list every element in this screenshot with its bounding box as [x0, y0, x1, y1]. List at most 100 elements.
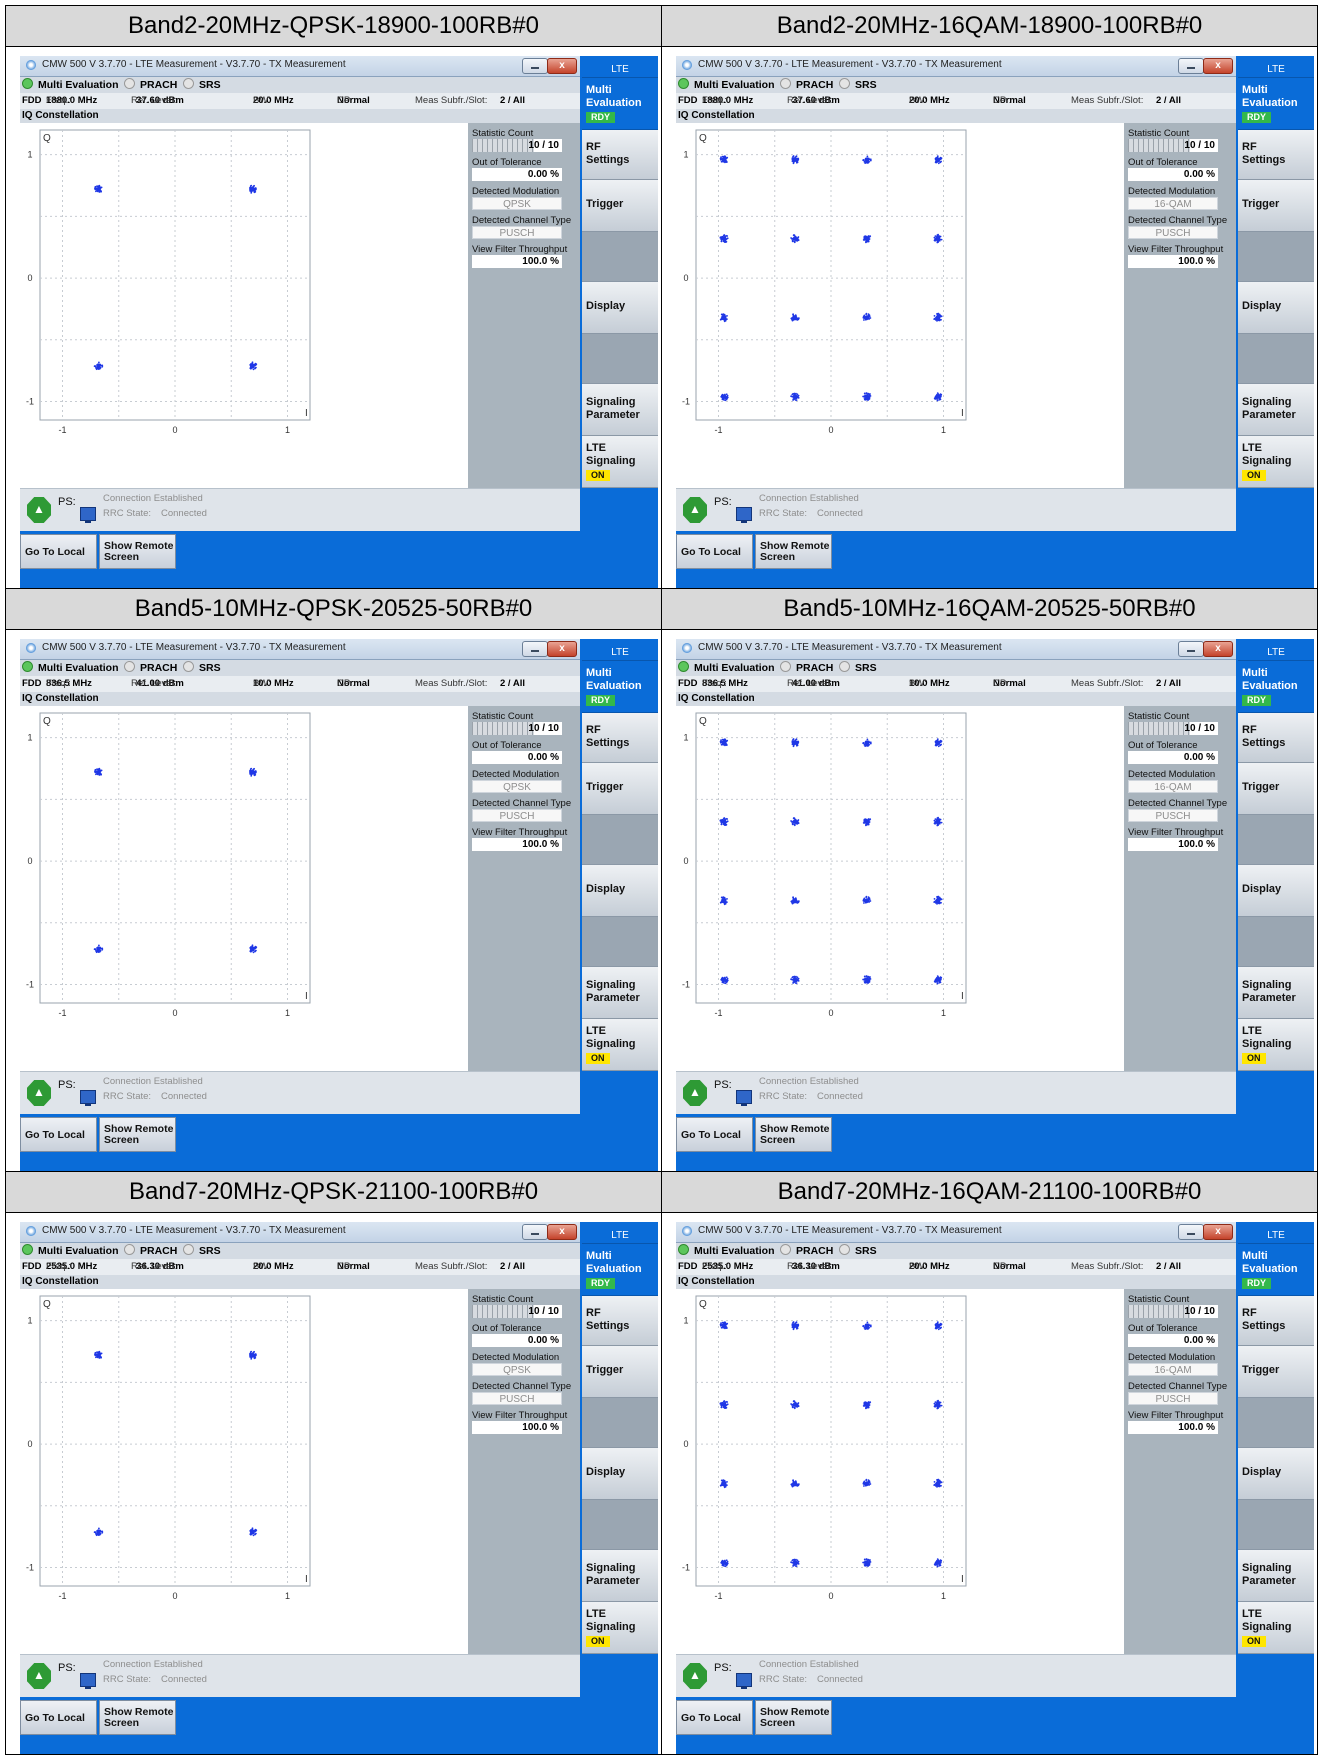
tab-multi-evaluation[interactable]: Multi Evaluation: [678, 1244, 775, 1258]
tab-multi-evaluation[interactable]: Multi Evaluation: [22, 1244, 119, 1258]
softkey-lte-signaling[interactable]: LTE Signaling ON: [582, 436, 658, 488]
go-to-local-button[interactable]: Go To Local: [20, 1700, 97, 1735]
softkey-display[interactable]: Display: [1238, 1448, 1314, 1500]
led-icon: [839, 1244, 850, 1255]
out-of-tolerance-value: 0.00 %: [472, 168, 562, 181]
close-button[interactable]: x: [547, 1224, 577, 1240]
minimize-button[interactable]: [1178, 1224, 1204, 1240]
close-button[interactable]: x: [1203, 641, 1233, 657]
softkey-multi-evaluation[interactable]: Multi Evaluation RDY: [1238, 1244, 1314, 1296]
view-filter-label: View Filter Throughput: [1128, 1410, 1224, 1421]
rdy-badge: RDY: [586, 112, 616, 123]
softkey-lte-signaling[interactable]: LTE Signaling ON: [582, 1019, 658, 1071]
tab-multi-evaluation[interactable]: Multi Evaluation: [22, 78, 119, 92]
minimize-button[interactable]: [522, 58, 548, 74]
show-remote-screen-button[interactable]: Show Remote Screen: [755, 1117, 832, 1152]
softkey-multi-evaluation[interactable]: Multi Evaluation RDY: [1238, 661, 1314, 713]
tab-prach[interactable]: PRACH: [780, 78, 833, 92]
tab-label: PRACH: [796, 79, 834, 91]
softkey-rf-settings[interactable]: RF Settings: [582, 1296, 658, 1346]
softkey-display[interactable]: Display: [582, 282, 658, 334]
softkey-panel: LTE Multi Evaluation RDY RF Settings Trigge…: [582, 639, 658, 1114]
tab-prach[interactable]: PRACH: [780, 661, 833, 675]
minimize-button[interactable]: [1178, 58, 1204, 74]
y-tick-label: 0: [683, 273, 688, 283]
softkey-lte-signaling[interactable]: LTE Signaling ON: [582, 1602, 658, 1654]
softkey-signaling-parameter[interactable]: Signaling Parameter: [1238, 967, 1314, 1019]
softkey-rf-settings[interactable]: RF Settings: [1238, 130, 1314, 180]
tab-srs[interactable]: SRS: [183, 1244, 221, 1258]
show-remote-screen-button[interactable]: Show Remote Screen: [99, 1117, 176, 1152]
softkey-signaling-parameter[interactable]: Signaling Parameter: [582, 384, 658, 436]
softkey-lte-signaling[interactable]: LTE Signaling ON: [1238, 1019, 1314, 1071]
softkey-display[interactable]: Display: [1238, 865, 1314, 917]
tab-multi-evaluation[interactable]: Multi Evaluation: [678, 78, 775, 92]
show-remote-screen-button[interactable]: Show Remote Screen: [755, 534, 832, 569]
softkey-lte-signaling[interactable]: LTE Signaling ON: [1238, 436, 1314, 488]
minimize-button[interactable]: [522, 1224, 548, 1240]
softkey-rf-settings[interactable]: RF Settings: [582, 713, 658, 763]
out-of-tolerance-label: Out of Tolerance: [472, 1323, 542, 1334]
close-button[interactable]: x: [1203, 1224, 1233, 1240]
close-button[interactable]: x: [547, 641, 577, 657]
out-of-tolerance-label: Out of Tolerance: [1128, 740, 1198, 751]
softkey-signaling-parameter[interactable]: Signaling Parameter: [1238, 384, 1314, 436]
softkey-signaling-parameter[interactable]: Signaling Parameter: [582, 1550, 658, 1602]
go-to-local-button[interactable]: Go To Local: [676, 534, 753, 569]
softkey-empty: [1238, 232, 1314, 282]
tab-srs[interactable]: SRS: [183, 661, 221, 675]
active-led-icon: [22, 1244, 33, 1255]
tab-srs[interactable]: SRS: [183, 78, 221, 92]
softkey-display[interactable]: Display: [582, 865, 658, 917]
iq-constellation-plot: 1 0 -1 -1 0 1 Q I: [682, 712, 967, 1018]
tab-prach[interactable]: PRACH: [124, 1244, 177, 1258]
cmw-window: CMW 500 V 3.7.70 - LTE Measurement - V3.…: [676, 639, 1314, 1171]
softkey-multi-evaluation[interactable]: Multi Evaluation RDY: [582, 78, 658, 130]
led-icon: [839, 661, 850, 672]
softkey-display[interactable]: Display: [582, 1448, 658, 1500]
tab-srs[interactable]: SRS: [839, 661, 877, 675]
close-button[interactable]: x: [547, 58, 577, 74]
tab-srs[interactable]: SRS: [839, 1244, 877, 1258]
close-button[interactable]: x: [1203, 58, 1233, 74]
softkey-trigger[interactable]: Trigger: [582, 763, 658, 815]
softkey-multi-evaluation[interactable]: Multi Evaluation RDY: [582, 661, 658, 713]
softkey-display[interactable]: Display: [1238, 282, 1314, 334]
softkey-rf-settings[interactable]: RF Settings: [1238, 1296, 1314, 1346]
minimize-button[interactable]: [1178, 641, 1204, 657]
tab-multi-evaluation[interactable]: Multi Evaluation: [22, 661, 119, 675]
go-to-local-button[interactable]: Go To Local: [20, 1117, 97, 1152]
show-remote-screen-button[interactable]: Show Remote Screen: [99, 1700, 176, 1735]
tab-prach[interactable]: PRACH: [124, 78, 177, 92]
minimize-button[interactable]: [522, 641, 548, 657]
softkey-lte-signaling[interactable]: LTE Signaling ON: [1238, 1602, 1314, 1654]
softkey-empty: [582, 1500, 658, 1550]
tab-srs[interactable]: SRS: [839, 78, 877, 92]
rrc-state-value: Connected: [817, 1091, 863, 1102]
go-to-local-button[interactable]: Go To Local: [676, 1700, 753, 1735]
softkey-multi-evaluation[interactable]: Multi Evaluation RDY: [1238, 78, 1314, 130]
softkey-signaling-parameter[interactable]: Signaling Parameter: [582, 967, 658, 1019]
tab-prach[interactable]: PRACH: [124, 661, 177, 675]
softkey-trigger[interactable]: Trigger: [582, 180, 658, 232]
show-remote-screen-button[interactable]: Show Remote Screen: [99, 534, 176, 569]
y-tick-label: 1: [27, 1316, 32, 1326]
softkey-rf-settings[interactable]: RF Settings: [582, 130, 658, 180]
softkey-signaling-parameter[interactable]: Signaling Parameter: [1238, 1550, 1314, 1602]
go-to-local-button[interactable]: Go To Local: [20, 534, 97, 569]
softkey-trigger[interactable]: Trigger: [1238, 1346, 1314, 1398]
rrc-state-value: Connected: [161, 508, 207, 519]
cp-readout: CP : Normal: [993, 95, 1026, 106]
connection-status: Connection Established: [103, 493, 203, 504]
softkey-multi-evaluation[interactable]: Multi Evaluation RDY: [582, 1244, 658, 1296]
go-to-local-button[interactable]: Go To Local: [676, 1117, 753, 1152]
tab-multi-evaluation[interactable]: Multi Evaluation: [678, 661, 775, 675]
show-remote-screen-button[interactable]: Show Remote Screen: [755, 1700, 832, 1735]
softkey-trigger[interactable]: Trigger: [582, 1346, 658, 1398]
softkey-trigger[interactable]: Trigger: [1238, 763, 1314, 815]
tab-prach[interactable]: PRACH: [780, 1244, 833, 1258]
signal-antenna-icon: [683, 1663, 707, 1689]
softkey-trigger[interactable]: Trigger: [1238, 180, 1314, 232]
measurement-tabs: Multi Evaluation PRACH SRS: [676, 660, 1236, 676]
softkey-rf-settings[interactable]: RF Settings: [1238, 713, 1314, 763]
